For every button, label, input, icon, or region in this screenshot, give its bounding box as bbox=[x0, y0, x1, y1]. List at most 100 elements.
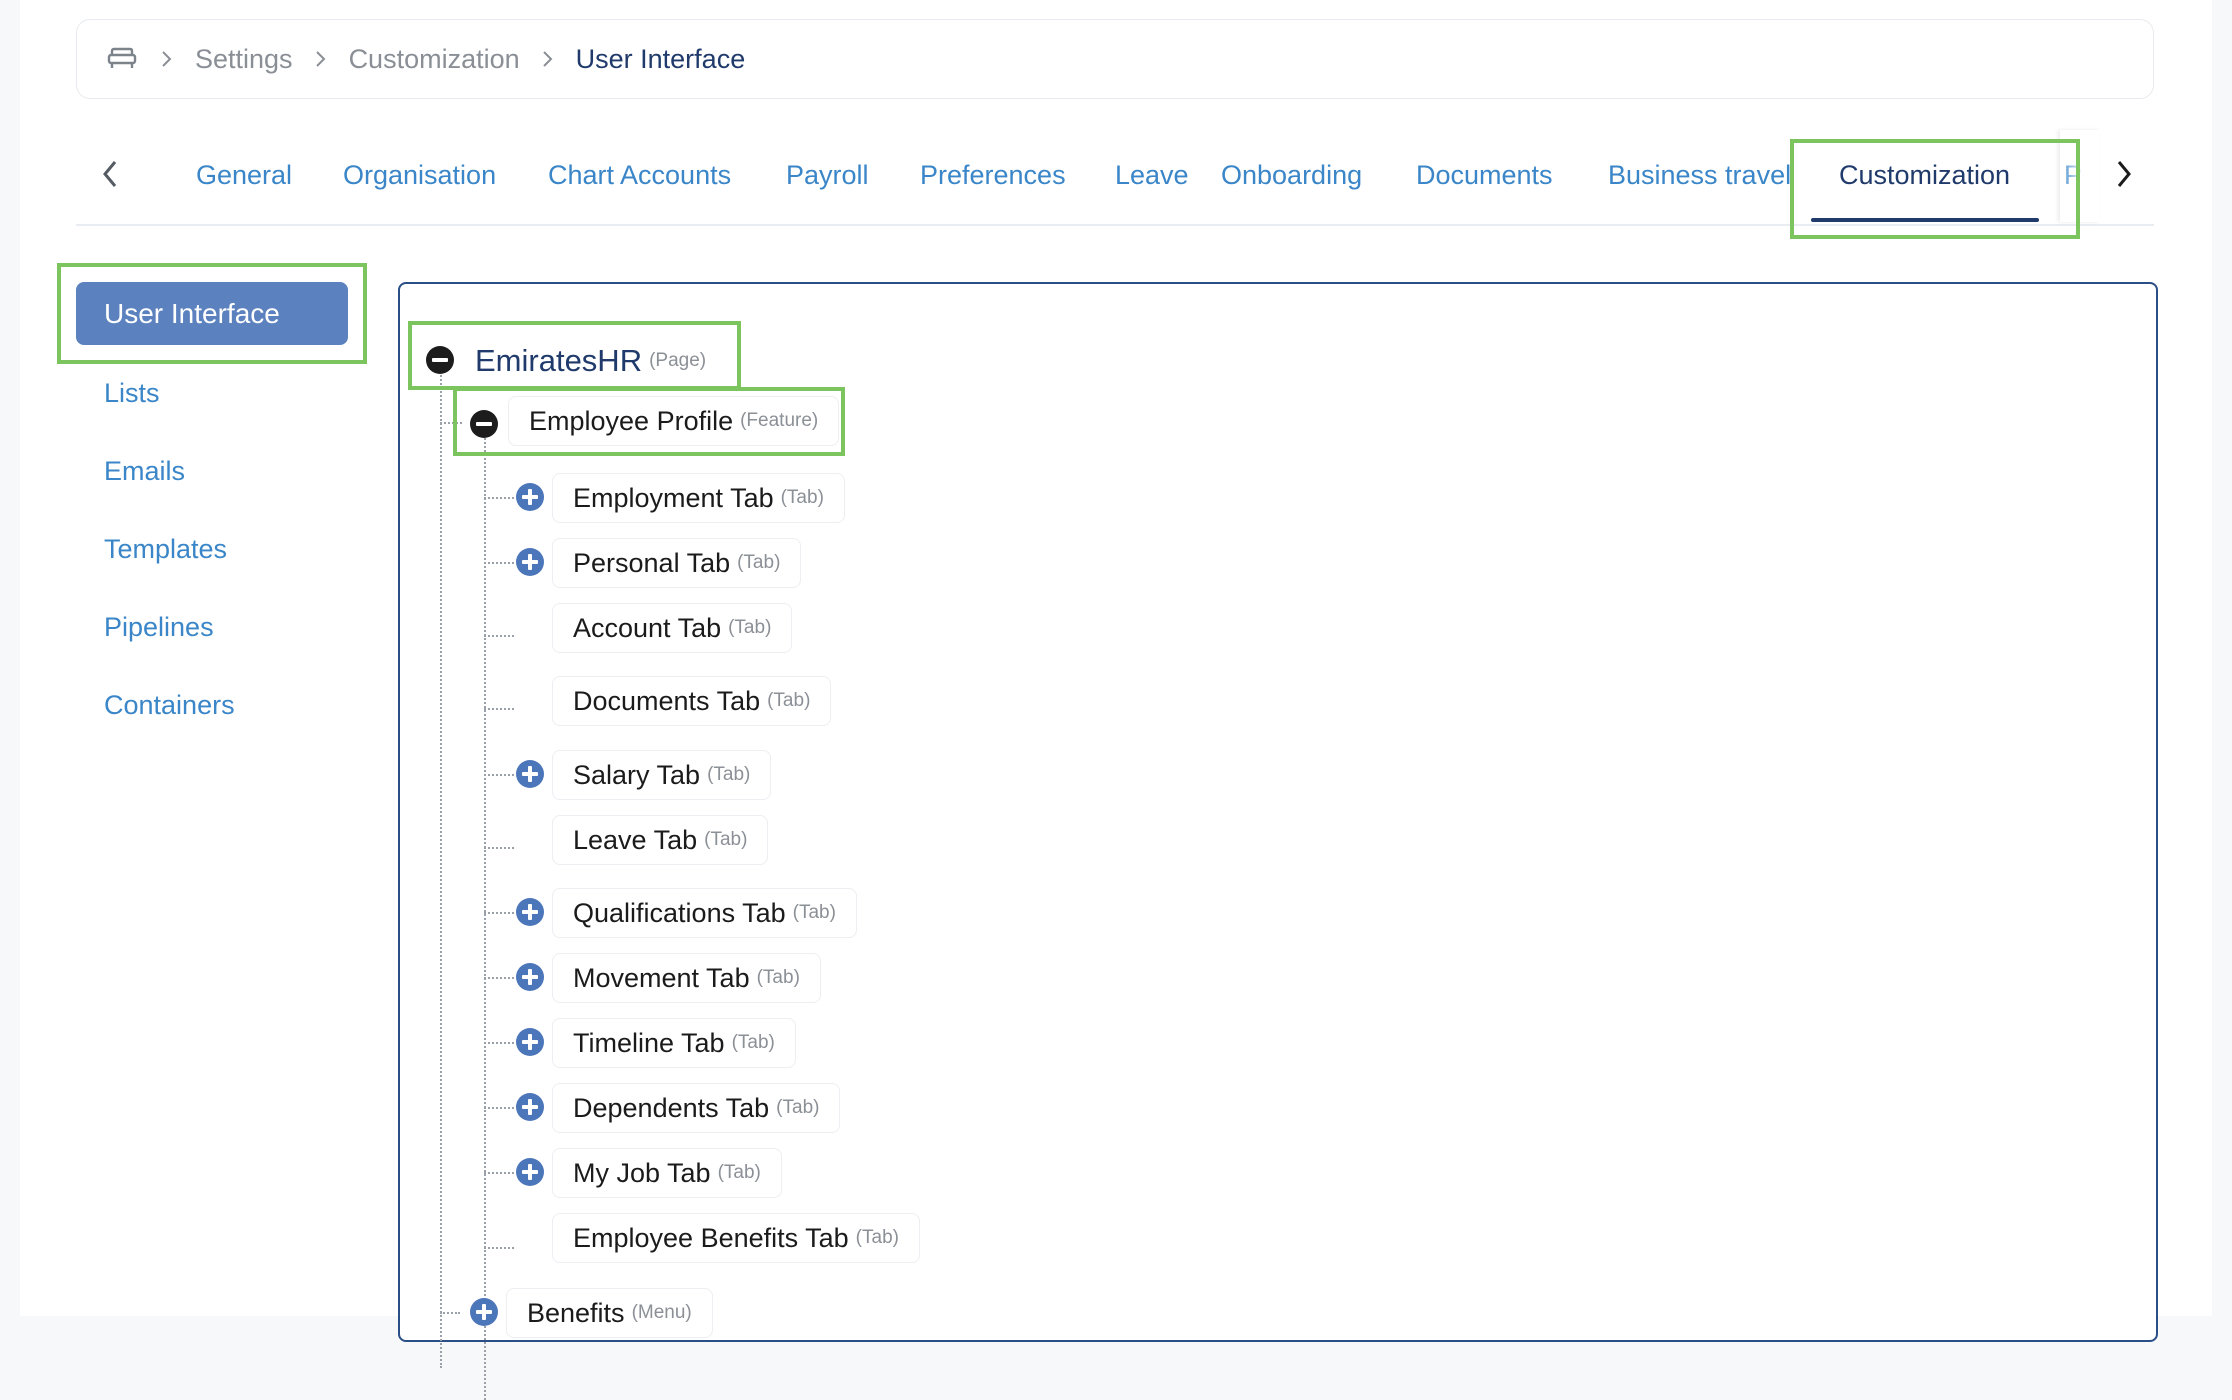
tree-node-label: Dependents Tab bbox=[573, 1092, 770, 1123]
tree-node-type: (Tab) bbox=[767, 690, 811, 711]
tree-connector bbox=[484, 635, 514, 637]
plus-circle-icon[interactable] bbox=[516, 483, 544, 511]
plus-circle-icon[interactable] bbox=[516, 963, 544, 991]
plus-circle-icon[interactable] bbox=[516, 898, 544, 926]
tree-node-label: EmiratesHR bbox=[475, 343, 643, 378]
tab-customization[interactable]: Customization bbox=[1839, 160, 2010, 191]
plus-circle-icon[interactable] bbox=[516, 1028, 544, 1056]
settings-tabs: General Organisation Chart Accounts Payr… bbox=[76, 130, 2154, 226]
tree-connector bbox=[440, 422, 462, 424]
tree-node-tab[interactable]: Employee Benefits Tab (Tab) bbox=[552, 1213, 920, 1263]
tree-connector bbox=[440, 368, 442, 1368]
tab-documents[interactable]: Documents bbox=[1416, 160, 1553, 191]
tree-node-label: Benefits bbox=[527, 1297, 625, 1328]
plus-circle-icon[interactable] bbox=[516, 1093, 544, 1121]
tree-connector bbox=[484, 1172, 514, 1174]
tree-connector bbox=[484, 774, 514, 776]
tree-node-type: (Tab) bbox=[855, 1227, 899, 1248]
tree-node-label: Account Tab bbox=[573, 612, 722, 643]
tree-node-type: (Tab) bbox=[704, 829, 748, 850]
sofa-icon[interactable] bbox=[105, 42, 139, 76]
tree-connector bbox=[484, 1247, 514, 1249]
tree-node-type: (Tab) bbox=[776, 1097, 820, 1118]
breadcrumb-user-interface: User Interface bbox=[575, 43, 746, 74]
minus-circle-icon[interactable] bbox=[426, 346, 454, 374]
sidebar-item-lists[interactable]: Lists bbox=[104, 378, 160, 409]
tree-node-type: (Feature) bbox=[740, 410, 819, 431]
tree-node-label: Employee Benefits Tab bbox=[573, 1222, 849, 1253]
tree-node-type: (Tab) bbox=[707, 764, 751, 785]
chevron-left-icon[interactable] bbox=[90, 154, 130, 194]
tree-node-tab[interactable]: Employment Tab (Tab) bbox=[552, 473, 845, 523]
plus-circle-icon[interactable] bbox=[516, 548, 544, 576]
tree-node-label: Employee Profile bbox=[529, 405, 734, 436]
tab-business-travel[interactable]: Business travel bbox=[1608, 160, 1791, 191]
sidebar-item-emails[interactable]: Emails bbox=[104, 456, 185, 487]
tree-node-tab[interactable]: Leave Tab (Tab) bbox=[552, 815, 769, 865]
tree-node-label: Employment Tab bbox=[573, 482, 774, 513]
tree-node-tab[interactable]: Timeline Tab (Tab) bbox=[552, 1018, 796, 1068]
active-tab-indicator bbox=[1811, 218, 2039, 222]
tree-connector bbox=[484, 912, 514, 914]
tree-node-tab[interactable]: Qualifications Tab (Tab) bbox=[552, 888, 857, 938]
chevron-right-icon bbox=[538, 49, 558, 69]
tab-payroll[interactable]: Payroll bbox=[786, 160, 869, 191]
tree-node-tab[interactable]: Account Tab (Tab) bbox=[552, 603, 793, 653]
tab-general[interactable]: General bbox=[196, 160, 292, 191]
tree-connector bbox=[484, 1042, 514, 1044]
sidebar-item-templates[interactable]: Templates bbox=[104, 534, 227, 565]
tree-node-type: (Tab) bbox=[731, 1032, 775, 1053]
tree-connector bbox=[484, 977, 514, 979]
tree-node-tab[interactable]: Personal Tab (Tab) bbox=[552, 538, 802, 588]
tree-node-type: (Tab) bbox=[717, 1162, 761, 1183]
tree-connector bbox=[484, 497, 514, 499]
tree-node-tab[interactable]: Documents Tab (Tab) bbox=[552, 676, 832, 726]
tree-node-root[interactable]: EmiratesHR (Page) bbox=[475, 336, 706, 386]
breadcrumb-settings[interactable]: Settings bbox=[195, 44, 293, 75]
tree-node-tab[interactable]: Salary Tab (Tab) bbox=[552, 750, 772, 800]
tabs-scroll-edge bbox=[2060, 130, 2100, 222]
tree-node-label: Personal Tab bbox=[573, 547, 731, 578]
chevron-right-icon[interactable] bbox=[2104, 154, 2144, 194]
tree-node-type: (Tab) bbox=[737, 552, 781, 573]
plus-circle-icon[interactable] bbox=[516, 760, 544, 788]
tab-chart-accounts[interactable]: Chart Accounts bbox=[548, 160, 731, 191]
tree-node-type: (Page) bbox=[649, 350, 707, 371]
tab-organisation[interactable]: Organisation bbox=[343, 160, 496, 191]
tree-node-label: Salary Tab bbox=[573, 759, 701, 790]
tree-node-tab[interactable]: My Job Tab (Tab) bbox=[552, 1148, 782, 1198]
tree-node-tab[interactable]: Dependents Tab (Tab) bbox=[552, 1083, 841, 1133]
breadcrumb-customization[interactable]: Customization bbox=[349, 44, 520, 75]
tree-node-label: Leave Tab bbox=[573, 824, 698, 855]
minus-circle-icon[interactable] bbox=[470, 410, 498, 438]
tree-node-label: Documents Tab bbox=[573, 685, 761, 716]
tree-connector bbox=[440, 1312, 460, 1314]
tree-node-type: (Tab) bbox=[728, 617, 772, 638]
tree-node-type: (Tab) bbox=[756, 967, 800, 988]
tree-node-feature[interactable]: Employee Profile (Feature) bbox=[508, 396, 840, 446]
ui-tree-panel: EmiratesHR (Page) Employee Profile (Feat… bbox=[398, 282, 2158, 1400]
sidebar-item-containers[interactable]: Containers bbox=[104, 690, 235, 721]
tree-node-menu[interactable]: Benefits (Menu) bbox=[506, 1288, 713, 1338]
settings-page: Settings Customization User Interface Ge… bbox=[20, 0, 2212, 1400]
tree-connector bbox=[484, 847, 514, 849]
plus-circle-icon[interactable] bbox=[516, 1158, 544, 1186]
tab-onboarding[interactable]: Onboarding bbox=[1221, 160, 1362, 191]
tree-node-type: (Tab) bbox=[792, 902, 836, 923]
chevron-right-icon bbox=[311, 49, 331, 69]
tree-node-type: (Tab) bbox=[780, 487, 824, 508]
tree-node-label: My Job Tab bbox=[573, 1157, 711, 1188]
chevron-right-icon bbox=[157, 49, 177, 69]
sidebar-item-pipelines[interactable]: Pipelines bbox=[104, 612, 214, 643]
tree-node-tab[interactable]: Movement Tab (Tab) bbox=[552, 953, 821, 1003]
tree-node-label: Qualifications Tab bbox=[573, 897, 786, 928]
sidebar-item-user-interface[interactable]: User Interface bbox=[76, 282, 348, 345]
tab-preferences[interactable]: Preferences bbox=[920, 160, 1066, 191]
breadcrumb: Settings Customization User Interface bbox=[76, 19, 2154, 99]
tab-leave[interactable]: Leave bbox=[1115, 160, 1189, 191]
tree-node-label: Timeline Tab bbox=[573, 1027, 725, 1058]
plus-circle-icon[interactable] bbox=[470, 1298, 498, 1326]
tree-connector bbox=[484, 434, 486, 1400]
tree-connector bbox=[484, 708, 514, 710]
tree-node-type: (Menu) bbox=[631, 1302, 692, 1323]
